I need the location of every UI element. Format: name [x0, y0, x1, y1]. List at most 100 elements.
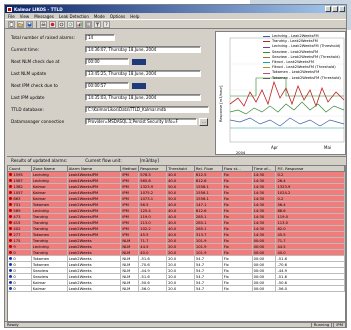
total-alarms-label: Total number of raised alarms: [11, 35, 75, 40]
x-year: 2004 [236, 151, 246, 155]
chart-icon[interactable] [76, 20, 83, 28]
status-dot-icon [9, 190, 13, 195]
ttld-db-label: TTLD database: [11, 107, 44, 112]
ttld-db-field[interactable]: C:\KalmarLikos\Data\TTLD_Kalmar.mdb [85, 106, 209, 113]
count-value: 9 [13, 244, 16, 249]
legend-swatch [263, 67, 270, 69]
results-title: Results of updated alarms: [11, 158, 68, 163]
table-icon[interactable] [85, 20, 92, 28]
title-bar[interactable]: Kalmar LIKOS - TTLD [5, 5, 346, 13]
table-body: 1595 Lechdrig Leak4WeeksIPM IPM 576.5 40.0 612… [8, 172, 345, 292]
datamanager-field[interactable]: Provider=MSDASQL.1;Persist Security Info… [85, 118, 197, 125]
status-dot-icon [9, 268, 13, 273]
count-value: 1595 [13, 172, 23, 177]
count-value: 473 [13, 214, 21, 219]
menu-messages[interactable]: Messages [34, 14, 54, 19]
status-dot-icon [9, 274, 13, 279]
status-mode: IPM [333, 321, 346, 327]
menu-view[interactable]: View [20, 14, 30, 19]
minimize-button[interactable] [325, 6, 331, 12]
status-running: Running [310, 321, 333, 327]
menu-file[interactable]: File [8, 14, 15, 19]
app-icon [7, 6, 12, 12]
next-ipm-label: Next IPM check due to [11, 83, 58, 88]
last-ipm-label: Last IPM update [11, 95, 45, 100]
count-value: 0 [13, 250, 16, 255]
alarm-icon[interactable] [49, 20, 56, 28]
count-value: 175 [13, 238, 21, 243]
status-dot-icon [9, 238, 13, 243]
table-cell: 54.7 [194, 286, 223, 292]
datamanager-row: Datamanager connection Provider=MSDASQL.… [11, 117, 211, 126]
status-dot-icon [9, 244, 13, 249]
maximize-button[interactable] [332, 6, 338, 12]
table-cell: 00:00 [252, 286, 277, 292]
status-dot-icon [9, 178, 13, 183]
count-value: 1057 [13, 190, 23, 195]
status-dot-icon [9, 184, 13, 189]
count-value: 863 [13, 196, 21, 201]
info-panel: Total number of raised alarms: 14 Curren… [7, 31, 213, 155]
window-title: Kalmar LIKOS - TTLD [14, 6, 63, 12]
legend-swatch [263, 41, 270, 43]
status-dot-icon [9, 226, 13, 231]
count-value: 589 [13, 208, 21, 213]
status-bar: Ready Running IPM [5, 321, 346, 327]
trend-chart: Apr Mai 2004 Response [m3/hour] Lechdrig… [215, 31, 346, 155]
status-dot-icon [9, 256, 13, 261]
status-dot-icon [9, 214, 13, 219]
status-dot-icon [9, 280, 13, 285]
print-icon[interactable] [40, 20, 47, 28]
filter-icon[interactable] [94, 20, 101, 28]
legend-swatch [263, 56, 270, 58]
menu-help[interactable]: Help [130, 14, 139, 19]
app-window: Kalmar LIKOS - TTLD File View Messages L… [4, 4, 347, 328]
last-nlm-row: Last NLM update 13:45:25, Thursday 18.Ju… [11, 69, 211, 78]
table-cell: -56.0 [139, 286, 168, 292]
table-row[interactable]: 0 Kalmar Leak4Weeks NLM -56.0 20.0 54.7 Fix 00:0… [8, 286, 345, 292]
status-dot-icon [9, 172, 13, 177]
legend-item: Tokamen - Leak2WeeksFM (Threshold) [263, 76, 343, 81]
status-dot-icon [9, 232, 13, 237]
settings-icon[interactable] [58, 20, 65, 28]
status-dot-icon [9, 286, 13, 291]
status-dot-icon [9, 262, 13, 267]
status-dot-icon [9, 202, 13, 207]
results-header: Results of updated alarms: Current flow … [7, 156, 346, 164]
menu-options[interactable]: Options [110, 14, 125, 19]
help-icon[interactable]: ? [103, 20, 110, 28]
count-value: 0 [13, 274, 16, 279]
table-cell: Leak4Weeks [67, 286, 122, 292]
save-icon[interactable] [26, 20, 33, 28]
legend-swatch [263, 51, 270, 53]
count-value: 0 [13, 280, 16, 285]
y-axis-label: Response [m3/hour] [219, 85, 223, 122]
count-value: 1587 [13, 178, 23, 183]
status-dot-icon [9, 196, 13, 201]
status-dot-icon [9, 250, 13, 255]
x-tick-apr: Apr [271, 145, 278, 150]
ttld-db-row: TTLD database: C:\KalmarLikos\Data\TTLD_… [11, 105, 211, 114]
count-value: 1382 [13, 184, 23, 189]
ipm-progress-indicator [132, 82, 146, 89]
menu-leak-detection[interactable]: Leak Detection [59, 14, 89, 19]
toolbar-separator [36, 20, 37, 28]
browse-button[interactable]: … [199, 117, 208, 126]
legend-swatch [263, 72, 270, 74]
x-tick-mai: Mai [324, 145, 331, 150]
alarms-table: Count Zone Name Alarm Name Method Response Th… [7, 165, 346, 323]
toolbar: ? [5, 19, 346, 29]
close-button[interactable] [339, 6, 345, 12]
refresh-icon[interactable] [67, 20, 74, 28]
count-value: 402 [13, 226, 21, 231]
new-icon[interactable] [8, 20, 15, 28]
count-value: 0 [13, 262, 16, 267]
table-cell: -56.0 [276, 286, 345, 292]
legend-label: Tokamen - Leak2WeeksFM (Threshold) [272, 75, 341, 80]
count-value: 277 [13, 232, 21, 237]
last-nlm-label: Last NLM update [11, 71, 47, 76]
datamanager-label: Datamanager connection [11, 119, 65, 124]
count-value: 415 [13, 220, 21, 225]
open-icon[interactable] [17, 20, 24, 28]
menu-mode[interactable]: Mode [94, 14, 105, 19]
